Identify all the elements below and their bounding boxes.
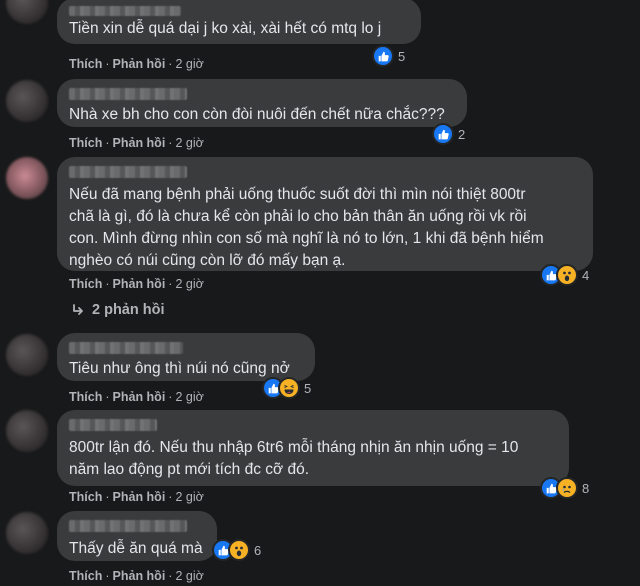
comment-timestamp[interactable]: 2 giờ <box>175 490 203 504</box>
like-link[interactable]: Thích <box>69 136 102 150</box>
comment-text: Nếu đã mang bệnh phải uống thuốc suốt đờ… <box>69 186 544 269</box>
comment-actions: Thích · Phản hồi · 2 giờ <box>69 134 204 152</box>
separator-dot: · <box>168 569 173 583</box>
view-replies-label: 2 phản hồi <box>92 302 165 318</box>
comment-actions: Thích · Phản hồi · 2 giờ <box>69 488 204 506</box>
wow-reaction-icon <box>556 264 578 286</box>
avatar[interactable] <box>6 334 48 376</box>
like-link[interactable]: Thích <box>69 569 102 583</box>
reaction-summary[interactable]: 4 <box>540 264 590 286</box>
comment-bubble: Nhà xe bh cho con còn đòi nuôi đến chết … <box>57 79 467 127</box>
haha-reaction-icon <box>278 377 300 399</box>
like-link[interactable]: Thích <box>69 277 102 291</box>
separator-dot: · <box>105 277 110 291</box>
reply-link[interactable]: Phản hồi <box>113 490 166 504</box>
comment-actions: Thích · Phản hồi · 2 giờ <box>69 275 204 293</box>
commenter-name-blurred[interactable] <box>69 166 187 178</box>
reply-arrow-icon <box>73 304 83 315</box>
separator-dot: · <box>168 277 173 291</box>
comment-timestamp[interactable]: 2 giờ <box>175 277 203 291</box>
reply-link[interactable]: Phản hồi <box>113 136 166 150</box>
reply-link[interactable]: Phản hồi <box>113 57 166 71</box>
reaction-count: 4 <box>582 267 590 283</box>
like-link[interactable]: Thích <box>69 390 102 404</box>
reaction-count: 5 <box>304 380 312 396</box>
reaction-summary[interactable]: 6 <box>212 539 262 561</box>
comment-text: Nhà xe bh cho con còn đòi nuôi đến chết … <box>69 106 445 123</box>
sad-reaction-icon <box>556 477 578 499</box>
comment-timestamp[interactable]: 2 giờ <box>175 57 203 71</box>
like-reaction-icon <box>372 45 394 67</box>
avatar[interactable] <box>6 512 48 554</box>
avatar[interactable] <box>6 410 48 452</box>
separator-dot: · <box>105 136 110 150</box>
wow-reaction-icon <box>228 539 250 561</box>
comment-bubble: Thấy dễ ăn quá mà <box>57 511 217 561</box>
comment-actions: Thích · Phản hồi · 2 giờ <box>69 567 204 585</box>
reaction-count: 5 <box>398 48 406 64</box>
comment-bubble: Tiền xin dễ quá dại j ko xài, xài hết có… <box>57 0 421 44</box>
reaction-count: 8 <box>582 480 590 496</box>
like-link[interactable]: Thích <box>69 490 102 504</box>
comment-timestamp[interactable]: 2 giờ <box>175 390 203 404</box>
separator-dot: · <box>168 490 173 504</box>
separator-dot: · <box>168 57 173 71</box>
separator-dot: · <box>105 490 110 504</box>
separator-dot: · <box>168 390 173 404</box>
comment-actions: Thích · Phản hồi · 2 giờ <box>69 55 204 73</box>
comment-text: 800tr lận đó. Nếu thu nhập 6tr6 mỗi thán… <box>69 439 519 478</box>
reaction-summary[interactable]: 5 <box>262 377 312 399</box>
view-replies-link[interactable]: 2 phản hồi <box>72 302 165 318</box>
reaction-count: 2 <box>458 126 466 142</box>
like-reaction-icon <box>432 123 454 145</box>
comment-text: Tiêu như ông thì núi nó cũng nở <box>69 360 290 377</box>
separator-dot: · <box>105 390 110 404</box>
commenter-name-blurred[interactable] <box>69 6 181 16</box>
comment-text: Thấy dễ ăn quá mà <box>69 540 203 557</box>
comment-timestamp[interactable]: 2 giờ <box>175 136 203 150</box>
commenter-name-blurred[interactable] <box>69 342 183 354</box>
reply-link[interactable]: Phản hồi <box>113 390 166 404</box>
avatar[interactable] <box>6 80 48 122</box>
separator-dot: · <box>105 57 110 71</box>
avatar[interactable] <box>6 0 48 24</box>
comment-bubble: 800tr lận đó. Nếu thu nhập 6tr6 mỗi thán… <box>57 410 569 486</box>
commenter-name-blurred[interactable] <box>69 419 157 431</box>
reaction-summary[interactable]: 5 <box>372 45 406 67</box>
like-link[interactable]: Thích <box>69 57 102 71</box>
avatar[interactable] <box>6 157 48 199</box>
comment-bubble: Tiêu như ông thì núi nó cũng nở <box>57 333 315 381</box>
separator-dot: · <box>168 136 173 150</box>
reaction-summary[interactable]: 8 <box>540 477 590 499</box>
commenter-name-blurred[interactable] <box>69 88 187 100</box>
comment-actions: Thích · Phản hồi · 2 giờ <box>69 388 204 406</box>
reaction-summary[interactable]: 2 <box>432 123 466 145</box>
comment-bubble: Nếu đã mang bệnh phải uống thuốc suốt đờ… <box>57 157 593 271</box>
commenter-name-blurred[interactable] <box>69 520 187 532</box>
comment-text: Tiền xin dễ quá dại j ko xài, xài hết có… <box>69 20 382 37</box>
reply-link[interactable]: Phản hồi <box>113 569 166 583</box>
reaction-count: 6 <box>254 542 262 558</box>
comment-timestamp[interactable]: 2 giờ <box>175 569 203 583</box>
reply-link[interactable]: Phản hồi <box>113 277 166 291</box>
separator-dot: · <box>105 569 110 583</box>
